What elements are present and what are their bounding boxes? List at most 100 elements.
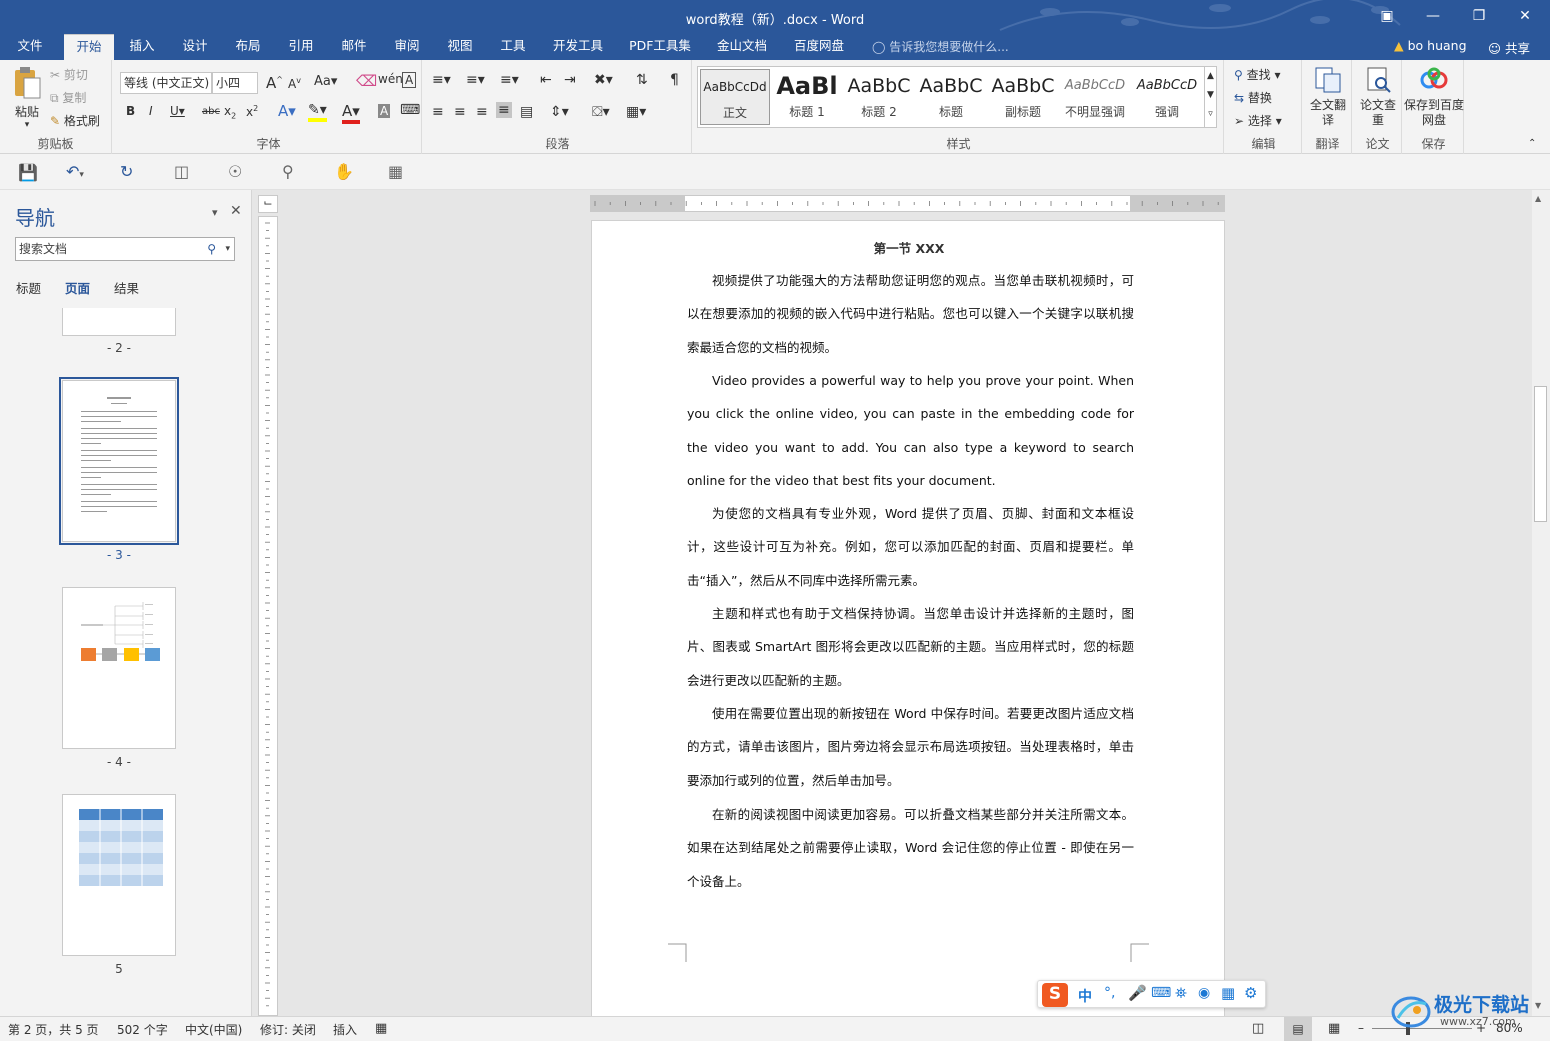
chinese-layout-icon[interactable]: ✖▾ (594, 72, 613, 88)
vertical-ruler[interactable] (258, 216, 278, 1016)
tab-file[interactable]: 文件 (8, 34, 52, 60)
show-marks-icon[interactable]: ¶ (670, 72, 679, 88)
clear-formatting-icon[interactable]: ⌫ (356, 72, 377, 90)
undo-icon[interactable]: ↶▾ (66, 162, 84, 181)
nav-tab-pages[interactable]: 页面 (65, 278, 90, 297)
enclose-characters-icon[interactable]: ⌨ (400, 102, 420, 118)
customize-qat-icon[interactable]: ▦ (388, 162, 403, 181)
close-button[interactable]: ✕ (1502, 0, 1548, 34)
minimize-button[interactable]: — (1410, 0, 1456, 34)
ime-toolbar[interactable]: S 中 °, 🎤 ⌨ ⛯ ◉ ▦ ⚙ (1037, 980, 1266, 1008)
tab-view[interactable]: 视图 (436, 34, 484, 60)
page-thumbnail-5[interactable] (62, 794, 176, 956)
tab-layout[interactable]: 布局 (224, 34, 272, 60)
document-page[interactable]: 第一节 XXX 视频提供了功能强大的方法帮助您证明您的观点。当您单击联机视频时，… (591, 220, 1225, 1020)
zoom-slider-thumb[interactable] (1406, 1022, 1410, 1035)
distributed-icon[interactable]: ▤ (520, 104, 533, 120)
maximize-button[interactable]: ❐ (1456, 0, 1502, 34)
tab-pdf-tools[interactable]: PDF工具集 (624, 34, 696, 60)
replace-button[interactable]: ⇆ 替换 (1234, 89, 1272, 106)
tab-selector-icon[interactable]: ⌙ (258, 195, 278, 213)
page-thumbnail-3[interactable] (59, 377, 179, 545)
read-mode-view-icon[interactable]: ◫ (1252, 1021, 1264, 1036)
grow-font-icon[interactable]: A^ (266, 74, 283, 92)
highlight-color-icon[interactable]: ✎▾ (308, 102, 327, 122)
text-effects-icon[interactable]: A▾ (278, 102, 296, 120)
save-to-baidu-button[interactable]: 保存到百度网盘 (1404, 66, 1464, 128)
strikethrough-button[interactable]: abc (202, 106, 220, 117)
vertical-scrollbar[interactable]: ▲ ▼ (1532, 190, 1550, 1016)
macro-record-icon[interactable]: ▦ (375, 1021, 387, 1036)
redo-icon[interactable]: ↻ (120, 162, 133, 181)
style-subtitle[interactable]: AaBbC 副标题 (988, 69, 1058, 125)
zoom-out-button[interactable]: – (1358, 1021, 1364, 1035)
apps-grid-icon[interactable]: ▦ (1221, 984, 1235, 1002)
tab-tools[interactable]: 工具 (489, 34, 537, 60)
print-preview-icon[interactable]: ⚲ (282, 162, 294, 181)
style-heading-2[interactable]: AaBbC 标题 2 (844, 69, 914, 125)
collapse-ribbon-icon[interactable]: ⌃ (1528, 138, 1536, 149)
justify-icon[interactable]: ≡ (496, 102, 512, 118)
format-painter-button[interactable]: ✎ 格式刷 (50, 112, 100, 129)
paper-check-button[interactable]: 论文查重 (1358, 66, 1398, 128)
microphone-icon[interactable]: 🎤 (1128, 984, 1147, 1002)
nav-tab-headings[interactable]: 标题 (16, 278, 41, 297)
tab-insert[interactable]: 插入 (118, 34, 166, 60)
tab-baidu-netdisk[interactable]: 百度网盘 (787, 34, 851, 60)
numbering-icon[interactable]: ≡▾ (466, 72, 485, 88)
style-subtle-emphasis[interactable]: AaBbCcD 不明显强调 (1060, 69, 1130, 125)
sort-icon[interactable]: ⇅ (636, 72, 648, 88)
tab-references[interactable]: 引用 (277, 34, 325, 60)
underline-button[interactable]: U▾ (170, 104, 185, 118)
horizontal-ruler[interactable] (590, 195, 1225, 212)
align-right-icon[interactable]: ≡ (476, 104, 488, 120)
paste-button[interactable]: 粘贴 ▾ (8, 66, 46, 130)
tell-me-search[interactable]: ◯ 告诉我您想要做什么... (872, 38, 1009, 55)
select-button[interactable]: ➢ 选择 ▾ (1234, 112, 1282, 129)
touch-mode-icon[interactable]: ✋ (334, 162, 354, 181)
line-spacing-icon[interactable]: ⇕▾ (550, 104, 569, 120)
punctuation-icon[interactable]: °, (1104, 985, 1115, 1001)
user-account[interactable]: ▲ bo huang (1394, 38, 1467, 53)
italic-button[interactable]: I (149, 104, 153, 118)
track-changes-status[interactable]: 修订: 关闭 (260, 1021, 316, 1038)
language-status[interactable]: 中文(中国) (185, 1021, 242, 1038)
align-center-icon[interactable]: ≡ (454, 104, 466, 120)
find-button[interactable]: ⚲ 查找 ▾ (1234, 66, 1280, 83)
skin-icon[interactable]: ⛯ (1175, 984, 1187, 1002)
subscript-button[interactable]: x2 (224, 104, 236, 120)
tab-kingsoft-docs[interactable]: 金山文档 (710, 34, 774, 60)
search-dropdown-icon[interactable]: ▾ (225, 238, 230, 260)
tab-home[interactable]: 开始 (64, 34, 114, 60)
ribbon-display-options-icon[interactable]: ▣ (1364, 0, 1410, 34)
tab-developer[interactable]: 开发工具 (546, 34, 610, 60)
ime-mode-label[interactable]: 中 (1078, 986, 1092, 1006)
sogou-logo-icon[interactable]: S (1042, 983, 1068, 1007)
cut-button[interactable]: ✂ 剪切 (50, 66, 88, 83)
borders-icon[interactable]: ▦▾ (626, 104, 646, 120)
shrink-font-icon[interactable]: Av (288, 76, 301, 91)
word-count[interactable]: 502 个字 (117, 1021, 168, 1038)
bullets-icon[interactable]: ≡▾ (432, 72, 451, 88)
zoom-level[interactable]: 80% (1496, 1021, 1523, 1035)
share-button[interactable]: ☺ 共享 (1488, 38, 1530, 57)
font-size-combo[interactable]: 小四 (212, 72, 258, 94)
multilevel-list-icon[interactable]: ≡▾ (500, 72, 519, 88)
tab-review[interactable]: 审阅 (383, 34, 431, 60)
search-icon[interactable]: ⚲ (207, 238, 216, 260)
nav-close-icon[interactable]: ✕ (230, 203, 242, 219)
character-shading-icon[interactable]: A (378, 104, 391, 118)
bold-button[interactable]: B (126, 104, 135, 118)
style-normal[interactable]: AaBbCcDd 正文 (700, 69, 770, 125)
web-layout-view-icon[interactable]: ▦ (1328, 1021, 1340, 1036)
save-icon[interactable]: 💾 (18, 163, 38, 182)
scroll-thumb[interactable] (1534, 386, 1547, 522)
nav-search-input[interactable]: 搜索文档 ⚲ ▾ (15, 237, 235, 261)
game-icon[interactable]: ◉ (1198, 985, 1210, 1001)
scroll-up-icon[interactable]: ▲ (1535, 194, 1541, 203)
superscript-button[interactable]: x2 (246, 104, 258, 119)
settings-gear-icon[interactable]: ⚙ (1244, 984, 1257, 1002)
insert-mode-status[interactable]: 插入 (333, 1021, 357, 1038)
zoom-in-button[interactable]: + (1476, 1021, 1486, 1035)
print-layout-view-icon[interactable]: ▤ (1284, 1017, 1312, 1041)
